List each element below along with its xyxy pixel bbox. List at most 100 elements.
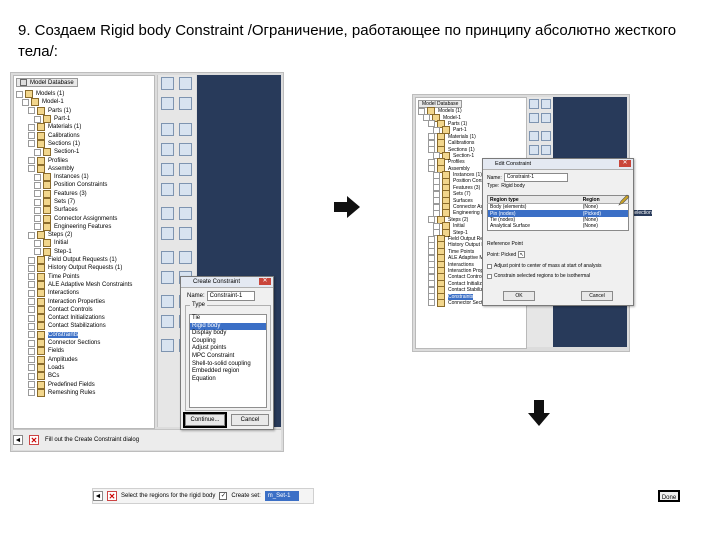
- expand-icon[interactable]: [34, 181, 41, 189]
- expand-icon[interactable]: [28, 389, 35, 397]
- tree-item[interactable]: Parts (1): [16, 106, 132, 115]
- expand-icon[interactable]: [28, 281, 35, 289]
- expand-icon[interactable]: [34, 173, 41, 181]
- expand-icon[interactable]: [28, 339, 35, 347]
- tool-icon[interactable]: [161, 227, 174, 240]
- cancel-button[interactable]: Cancel: [231, 414, 269, 426]
- expand-icon[interactable]: [28, 273, 35, 281]
- tree-item[interactable]: Field Output Requests (1): [16, 256, 132, 265]
- type-option[interactable]: Embedded region: [190, 368, 266, 376]
- cancel-x-icon[interactable]: ✕: [107, 491, 117, 501]
- ref-point-value[interactable]: Point: Picked: [487, 252, 516, 258]
- expand-icon[interactable]: [28, 298, 35, 306]
- tree-item[interactable]: Connector Assignments: [16, 214, 132, 223]
- tool-icon[interactable]: [179, 183, 192, 196]
- tool-icon[interactable]: [179, 251, 192, 264]
- tree-item[interactable]: Contact Initializations: [16, 314, 132, 323]
- tree-item[interactable]: Profiles: [16, 156, 132, 165]
- tree-item[interactable]: Part-1: [16, 115, 132, 124]
- tree-item[interactable]: Predefined Fields: [16, 380, 132, 389]
- tree-item[interactable]: Interactions: [16, 289, 132, 298]
- tree-item[interactable]: Step-1: [16, 247, 132, 256]
- type-option[interactable]: Coupling: [190, 338, 266, 346]
- tree-item[interactable]: Initial: [16, 239, 132, 248]
- tree-item[interactable]: Engineering Features: [16, 222, 132, 231]
- type-option[interactable]: Tie: [190, 315, 266, 323]
- tree-item[interactable]: Assembly: [16, 164, 132, 173]
- tool-icon[interactable]: [179, 163, 192, 176]
- tree-item[interactable]: Connector Sections: [16, 339, 132, 348]
- tree-item[interactable]: BCs: [16, 372, 132, 381]
- expand-icon[interactable]: [28, 140, 35, 148]
- tree-item[interactable]: History Output Requests (1): [16, 264, 132, 273]
- tree-item[interactable]: Sets (7): [16, 198, 132, 206]
- expand-icon[interactable]: [34, 190, 41, 198]
- type-option[interactable]: MPC Constraint: [190, 353, 266, 361]
- tree-item[interactable]: Contact Stabilizations: [16, 322, 132, 331]
- tool-icon[interactable]: [161, 143, 174, 156]
- table-row[interactable]: Body (elements) (None): [488, 204, 629, 211]
- expand-icon[interactable]: [28, 107, 35, 115]
- tool-icon[interactable]: [161, 251, 174, 264]
- tool-icon[interactable]: [161, 77, 174, 90]
- expand-icon[interactable]: [28, 347, 35, 355]
- type-option[interactable]: Display body: [190, 330, 266, 338]
- tree-item[interactable]: Section-1: [16, 148, 132, 157]
- tree-item[interactable]: Remeshing Rules: [16, 388, 132, 397]
- expand-icon[interactable]: [34, 115, 41, 123]
- tree-item[interactable]: Features (3): [16, 189, 132, 198]
- expand-icon[interactable]: [28, 231, 35, 239]
- tree-item[interactable]: ALE Adaptive Mesh Constraints: [16, 280, 132, 289]
- tool-icon[interactable]: [161, 163, 174, 176]
- expand-icon[interactable]: [28, 322, 35, 330]
- create-set-input[interactable]: m_Set-1: [264, 491, 299, 501]
- expand-icon[interactable]: [34, 198, 41, 206]
- continue-button[interactable]: Continue...: [183, 412, 227, 428]
- cancel-button[interactable]: Cancel: [581, 291, 613, 301]
- expand-icon[interactable]: [28, 256, 35, 264]
- tree-item[interactable]: Time Points: [16, 272, 132, 281]
- tree-item[interactable]: Fields: [16, 347, 132, 356]
- ok-button[interactable]: OK: [503, 291, 535, 301]
- checkbox[interactable]: [487, 273, 492, 279]
- tool-icon[interactable]: [179, 227, 192, 240]
- tool-icon[interactable]: [179, 123, 192, 136]
- arrow-icon[interactable]: ↖: [518, 251, 526, 258]
- expand-icon[interactable]: [28, 356, 35, 364]
- tool-icon[interactable]: [161, 123, 174, 136]
- tree-item[interactable]: Calibrations: [16, 131, 132, 140]
- tool-icon[interactable]: [529, 145, 539, 155]
- expand-icon[interactable]: [34, 248, 41, 256]
- expand-icon[interactable]: [28, 264, 35, 272]
- expand-icon[interactable]: [34, 223, 41, 231]
- expand-icon[interactable]: [28, 289, 35, 297]
- tree-item[interactable]: Materials (1): [16, 123, 132, 132]
- create-set-checkbox[interactable]: ✓: [219, 492, 228, 500]
- tool-icon[interactable]: [161, 207, 174, 220]
- expand-icon[interactable]: [28, 132, 35, 140]
- close-icon[interactable]: ✕: [259, 278, 271, 285]
- expand-icon[interactable]: [28, 314, 35, 322]
- tree-item[interactable]: Instances (1): [16, 173, 132, 182]
- tool-icon[interactable]: [161, 339, 174, 352]
- tree-item[interactable]: Models (1): [16, 90, 132, 99]
- tool-icon[interactable]: [541, 145, 551, 155]
- back-arrow-icon[interactable]: ◄: [93, 491, 103, 501]
- tree-item[interactable]: Surfaces: [16, 206, 132, 215]
- tool-icon[interactable]: [161, 271, 174, 284]
- expand-icon[interactable]: [34, 239, 41, 247]
- tool-icon[interactable]: [179, 77, 192, 90]
- expand-icon[interactable]: [28, 364, 35, 372]
- type-option[interactable]: Adjust points: [190, 345, 266, 353]
- tree-item[interactable]: Loads: [16, 363, 132, 372]
- tool-icon[interactable]: [161, 183, 174, 196]
- type-option[interactable]: Equation: [190, 376, 266, 384]
- tree-item[interactable]: Model-1: [16, 98, 132, 107]
- tool-icon[interactable]: [529, 99, 539, 109]
- tool-icon[interactable]: [179, 207, 192, 220]
- checkbox[interactable]: [487, 263, 492, 269]
- tool-icon[interactable]: [179, 97, 192, 110]
- expand-icon[interactable]: [34, 148, 41, 156]
- tree-item[interactable]: Constraints: [16, 330, 132, 339]
- close-icon[interactable]: ✕: [619, 160, 631, 167]
